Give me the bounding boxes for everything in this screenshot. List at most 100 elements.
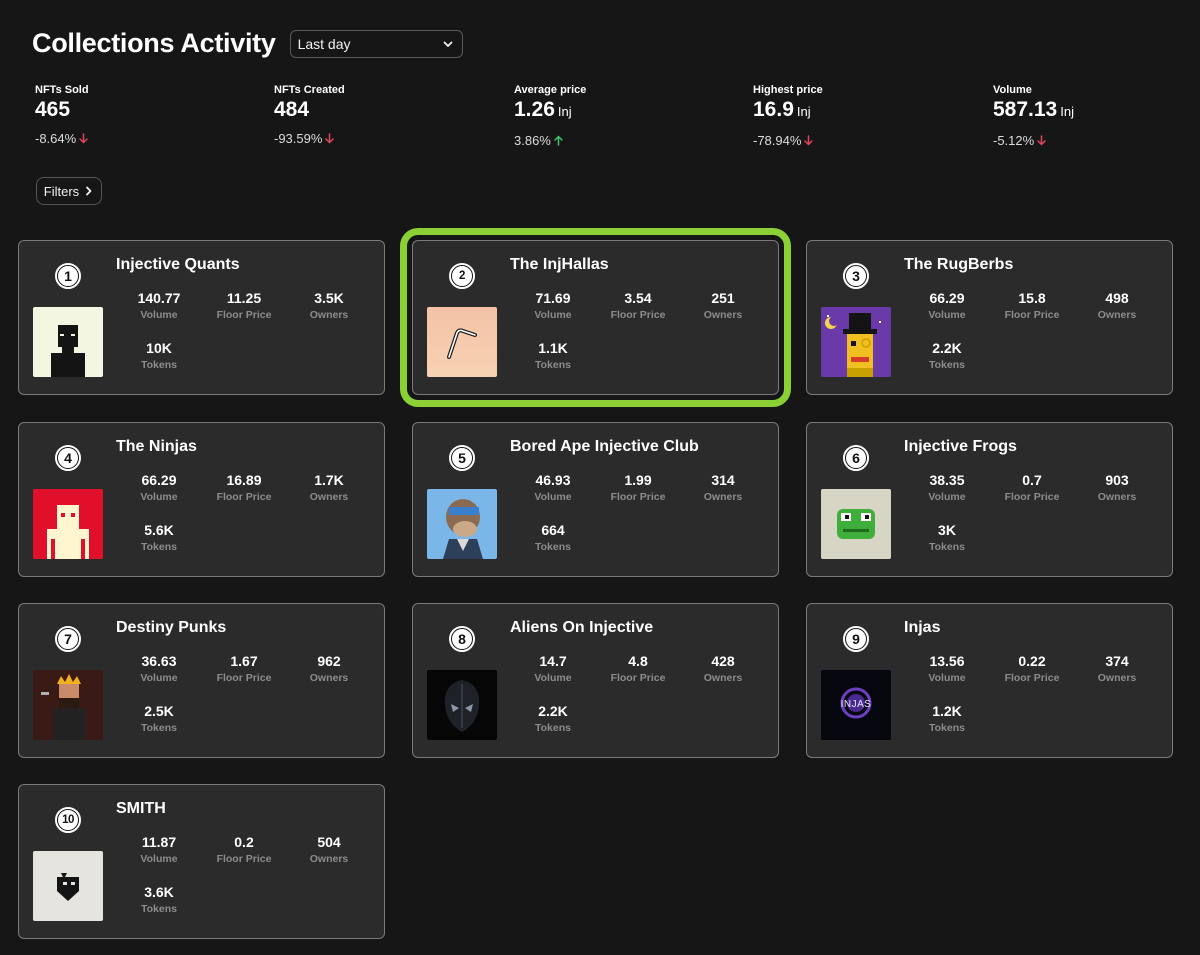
stat-value: 1.26 Inj — [514, 98, 572, 121]
metric-owners: 428 Owners — [703, 653, 743, 684]
arrow-down-icon — [804, 135, 814, 146]
metric-floor-price: 15.8 Floor Price — [1004, 290, 1060, 321]
metric-tokens: 5.6K Tokens — [141, 522, 177, 553]
stat-label: NFTs Sold — [35, 84, 89, 96]
collection-image-injas-logo: INJAS — [821, 670, 891, 740]
metric-tokens: 664 Tokens — [535, 522, 571, 553]
collection-card-smith[interactable]: 10 SMITH 11.87 Volume 0.2 Floor Price 504 O… — [18, 784, 385, 939]
metric-volume: 38.35 Volume — [928, 472, 966, 503]
metric-floor-price: 11.25 Floor Price — [216, 290, 272, 321]
metric-volume: 71.69 Volume — [534, 290, 572, 321]
stat-change: 3.86% — [514, 133, 714, 148]
collection-image-quant-silhouette — [33, 307, 103, 377]
stat-nfts-created: NFTs Created 484 -93.59% — [274, 84, 474, 146]
period-select[interactable]: Last day — [289, 29, 463, 58]
rank-badge: 2 — [449, 263, 475, 289]
collection-card-injective-quants[interactable]: 1 Injective Quants 140.77 Volume 11.25 Flo… — [18, 240, 385, 395]
collections-activity-page: Collections Activity Last day NFTs Sold … — [0, 0, 1200, 955]
metric-tokens: 2.5K Tokens — [141, 703, 177, 734]
period-select-value: Last day — [297, 35, 351, 52]
filters-button[interactable]: Filters — [36, 177, 102, 205]
header: Collections Activity Last day — [32, 28, 463, 59]
collection-name: Injas — [904, 619, 941, 636]
metric-owners: 251 Owners — [703, 290, 743, 321]
rank-badge: 7 — [55, 626, 81, 652]
chevron-right-icon — [86, 186, 92, 196]
metric-tokens: 1.2K Tokens — [929, 703, 965, 734]
metric-owners: 1.7K Owners — [309, 472, 349, 503]
collection-card-aliens-on-injective[interactable]: 8 Aliens On Injective 14.7 Volume 4.8 Floo… — [412, 603, 779, 758]
collection-name: The InjHallas — [510, 256, 609, 273]
collection-image-smith-logo — [33, 851, 103, 921]
collection-card-injas[interactable]: 9 Injas INJAS 13.56 Volume 0.22 Floor Pric… — [806, 603, 1173, 758]
metric-volume: 13.56 Volume — [928, 653, 966, 684]
stat-label: Average price — [514, 84, 587, 96]
stat-change: -93.59% — [274, 131, 474, 146]
collection-card-bored-ape-injective-club[interactable]: 5 Bored Ape Injective Club 46.93 Volume 1… — [412, 422, 779, 577]
stat-label: Highest price — [753, 84, 823, 96]
collection-card-destiny-punks[interactable]: 7 Destiny Punks 36.63 Volume 1.67 Floor Pr… — [18, 603, 385, 758]
page-title: Collections Activity — [32, 28, 276, 58]
stat-change: -5.12% — [993, 133, 1193, 148]
collection-image-boomerang — [427, 307, 497, 377]
collection-image-frog — [821, 489, 891, 559]
stat-volume: Volume 587.13 Inj -5.12% — [993, 84, 1193, 148]
metric-tokens: 1.1K Tokens — [535, 340, 571, 371]
metric-tokens: 10K Tokens — [141, 340, 177, 371]
metric-owners: 498 Owners — [1097, 290, 1137, 321]
arrow-down-icon — [79, 133, 88, 144]
rank-badge: 1 — [55, 263, 81, 289]
stat-unit: Inj — [1060, 104, 1074, 119]
metric-volume: 46.93 Volume — [534, 472, 572, 503]
collection-image-crowned-punk — [33, 670, 103, 740]
metric-floor-price: 1.67 Floor Price — [216, 653, 272, 684]
metric-floor-price: 0.22 Floor Price — [1004, 653, 1060, 684]
metric-volume: 66.29 Volume — [140, 472, 178, 503]
stat-average-price: Average price 1.26 Inj 3.86% — [514, 84, 714, 148]
stat-change: -78.94% — [753, 133, 953, 148]
metric-floor-price: 16.89 Floor Price — [216, 472, 272, 503]
metric-owners: 374 Owners — [1097, 653, 1137, 684]
collection-name: Destiny Punks — [116, 619, 227, 636]
rank-badge: 4 — [55, 445, 81, 471]
metric-floor-price: 0.2 Floor Price — [216, 834, 272, 865]
stat-value: 587.13 Inj — [993, 98, 1074, 121]
filters-label: Filters — [43, 183, 80, 199]
metric-volume: 14.7 Volume — [534, 653, 572, 684]
collection-name: Injective Quants — [116, 256, 240, 273]
stat-label: NFTs Created — [274, 84, 345, 96]
collection-card-the-injhallas[interactable]: 2 The InjHallas 71.69 Volume 3.54 Floor Pr… — [400, 228, 791, 407]
collection-card-the-ninjas[interactable]: 4 The Ninjas 66.29 Volume 16.89 Floor Pric… — [18, 422, 385, 577]
arrow-down-icon — [1037, 135, 1046, 146]
metric-volume: 36.63 Volume — [140, 653, 178, 684]
collection-image-ninja-pixel — [33, 489, 103, 559]
collection-name: Bored Ape Injective Club — [510, 438, 699, 455]
rank-badge: 9 — [843, 626, 869, 652]
rank-badge: 5 — [449, 445, 475, 471]
metric-floor-price: 4.8 Floor Price — [610, 653, 666, 684]
collection-image-tophat-character — [821, 307, 891, 377]
arrow-up-icon — [554, 135, 563, 146]
metric-volume: 140.77 Volume — [137, 290, 181, 321]
collection-card-injective-frogs[interactable]: 6 Injective Frogs 38.35 Volume 0.7 Floor P… — [806, 422, 1173, 577]
metric-tokens: 2.2K Tokens — [535, 703, 571, 734]
collection-name: Injective Frogs — [904, 438, 1017, 455]
metric-floor-price: 1.99 Floor Price — [610, 472, 666, 503]
collection-name: SMITH — [116, 800, 166, 817]
metric-owners: 962 Owners — [309, 653, 349, 684]
stat-value: 484 — [274, 98, 310, 121]
chevron-down-icon — [443, 41, 452, 47]
rank-badge: 3 — [843, 263, 869, 289]
rank-badge: 6 — [843, 445, 869, 471]
metric-floor-price: 3.54 Floor Price — [610, 290, 666, 321]
stat-unit: Inj — [557, 104, 572, 119]
metric-owners: 3.5K Owners — [309, 290, 349, 321]
stat-value: 16.9 Inj — [753, 98, 811, 121]
collection-name: Aliens On Injective — [510, 619, 654, 636]
stat-value: 465 — [35, 98, 71, 121]
collection-card-the-rugberbs[interactable]: 3 The RugBerbs 66.29 Volume 15.8 Floor Pri… — [806, 240, 1173, 395]
metric-floor-price: 0.7 Floor Price — [1004, 472, 1060, 503]
svg-text:INJAS: INJAS — [841, 699, 872, 710]
metric-volume: 66.29 Volume — [928, 290, 966, 321]
stat-change: -8.64% — [35, 131, 235, 146]
